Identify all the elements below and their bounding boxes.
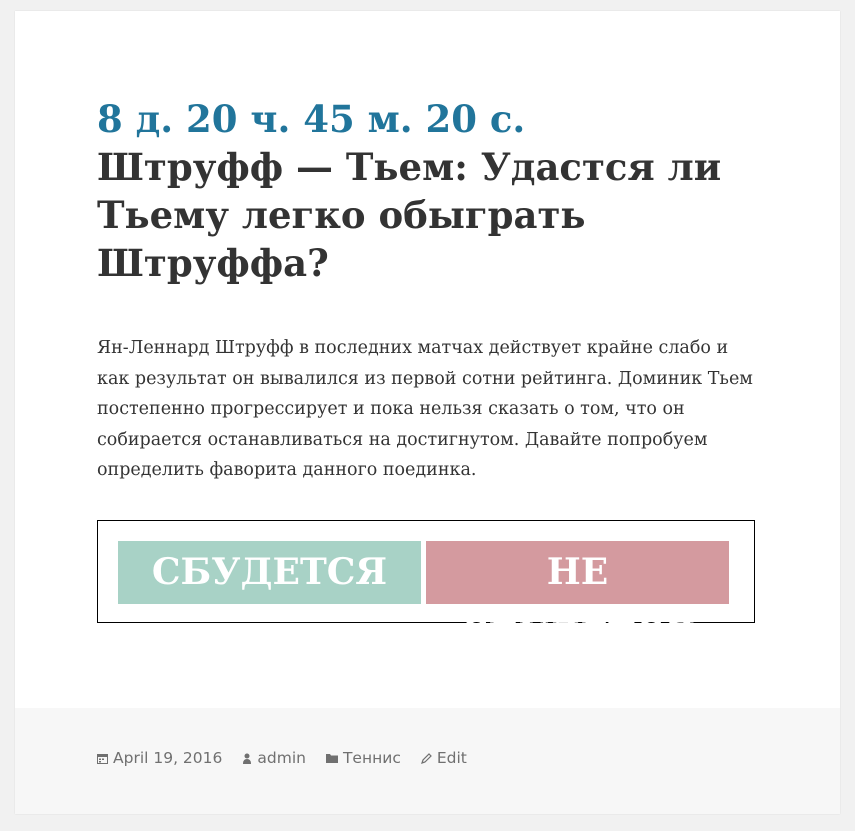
post-meta: April 19, 2016 admin Теннис Edit <box>97 749 487 767</box>
folder-icon <box>325 754 338 763</box>
post-date-link[interactable]: April 19, 2016 <box>97 749 222 767</box>
post-author-link[interactable]: admin <box>242 749 306 767</box>
calendar-icon <box>97 753 108 764</box>
countdown-timer: 8 д. 20 ч. 45 м. 20 с. <box>97 97 526 141</box>
post-category: Теннис <box>342 749 401 767</box>
vote-no-button[interactable]: НЕ СБУДЕТСЯ <box>426 541 729 656</box>
post-author: admin <box>257 749 306 767</box>
post-category-link[interactable]: Теннис <box>325 749 401 767</box>
post-card: 8 д. 20 ч. 45 м. 20 с. Штруфф — Тьем: Уд… <box>15 11 840 814</box>
pencil-icon <box>420 752 432 764</box>
edit-label: Edit <box>436 749 467 767</box>
post-date: April 19, 2016 <box>113 749 223 767</box>
post-content: 8 д. 20 ч. 45 м. 20 с. Штруфф — Тьем: Уд… <box>97 95 757 486</box>
vote-yes-button[interactable]: СБУДЕТСЯ <box>118 541 421 604</box>
entry-footer: April 19, 2016 admin Теннис Edit <box>15 708 840 814</box>
post-edit-link[interactable]: Edit <box>420 749 467 767</box>
prediction-vote-box: СБУДЕТСЯ НЕ СБУДЕТСЯ <box>97 520 755 656</box>
post-title[interactable]: Штруфф — Тьем: Удастся ли Тьему легко об… <box>97 143 757 287</box>
post-excerpt: Ян-Леннард Штруфф в последних матчах дей… <box>97 338 753 480</box>
user-icon <box>243 753 252 764</box>
